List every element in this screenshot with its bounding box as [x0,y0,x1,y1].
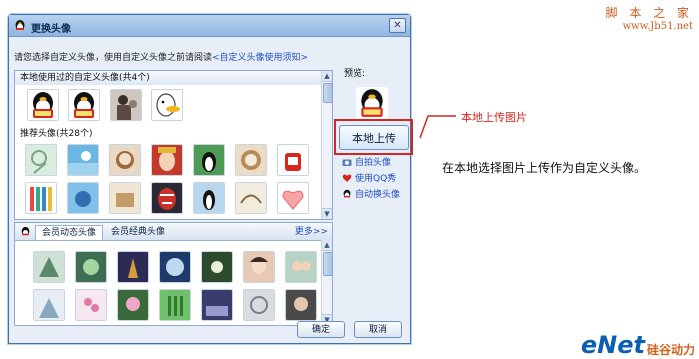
callout-line [419,115,456,139]
callout-label: 本地上传图片 [461,111,527,124]
tutorial-caption: 在本地选择图片上传作为自定义头像。 [442,161,647,175]
